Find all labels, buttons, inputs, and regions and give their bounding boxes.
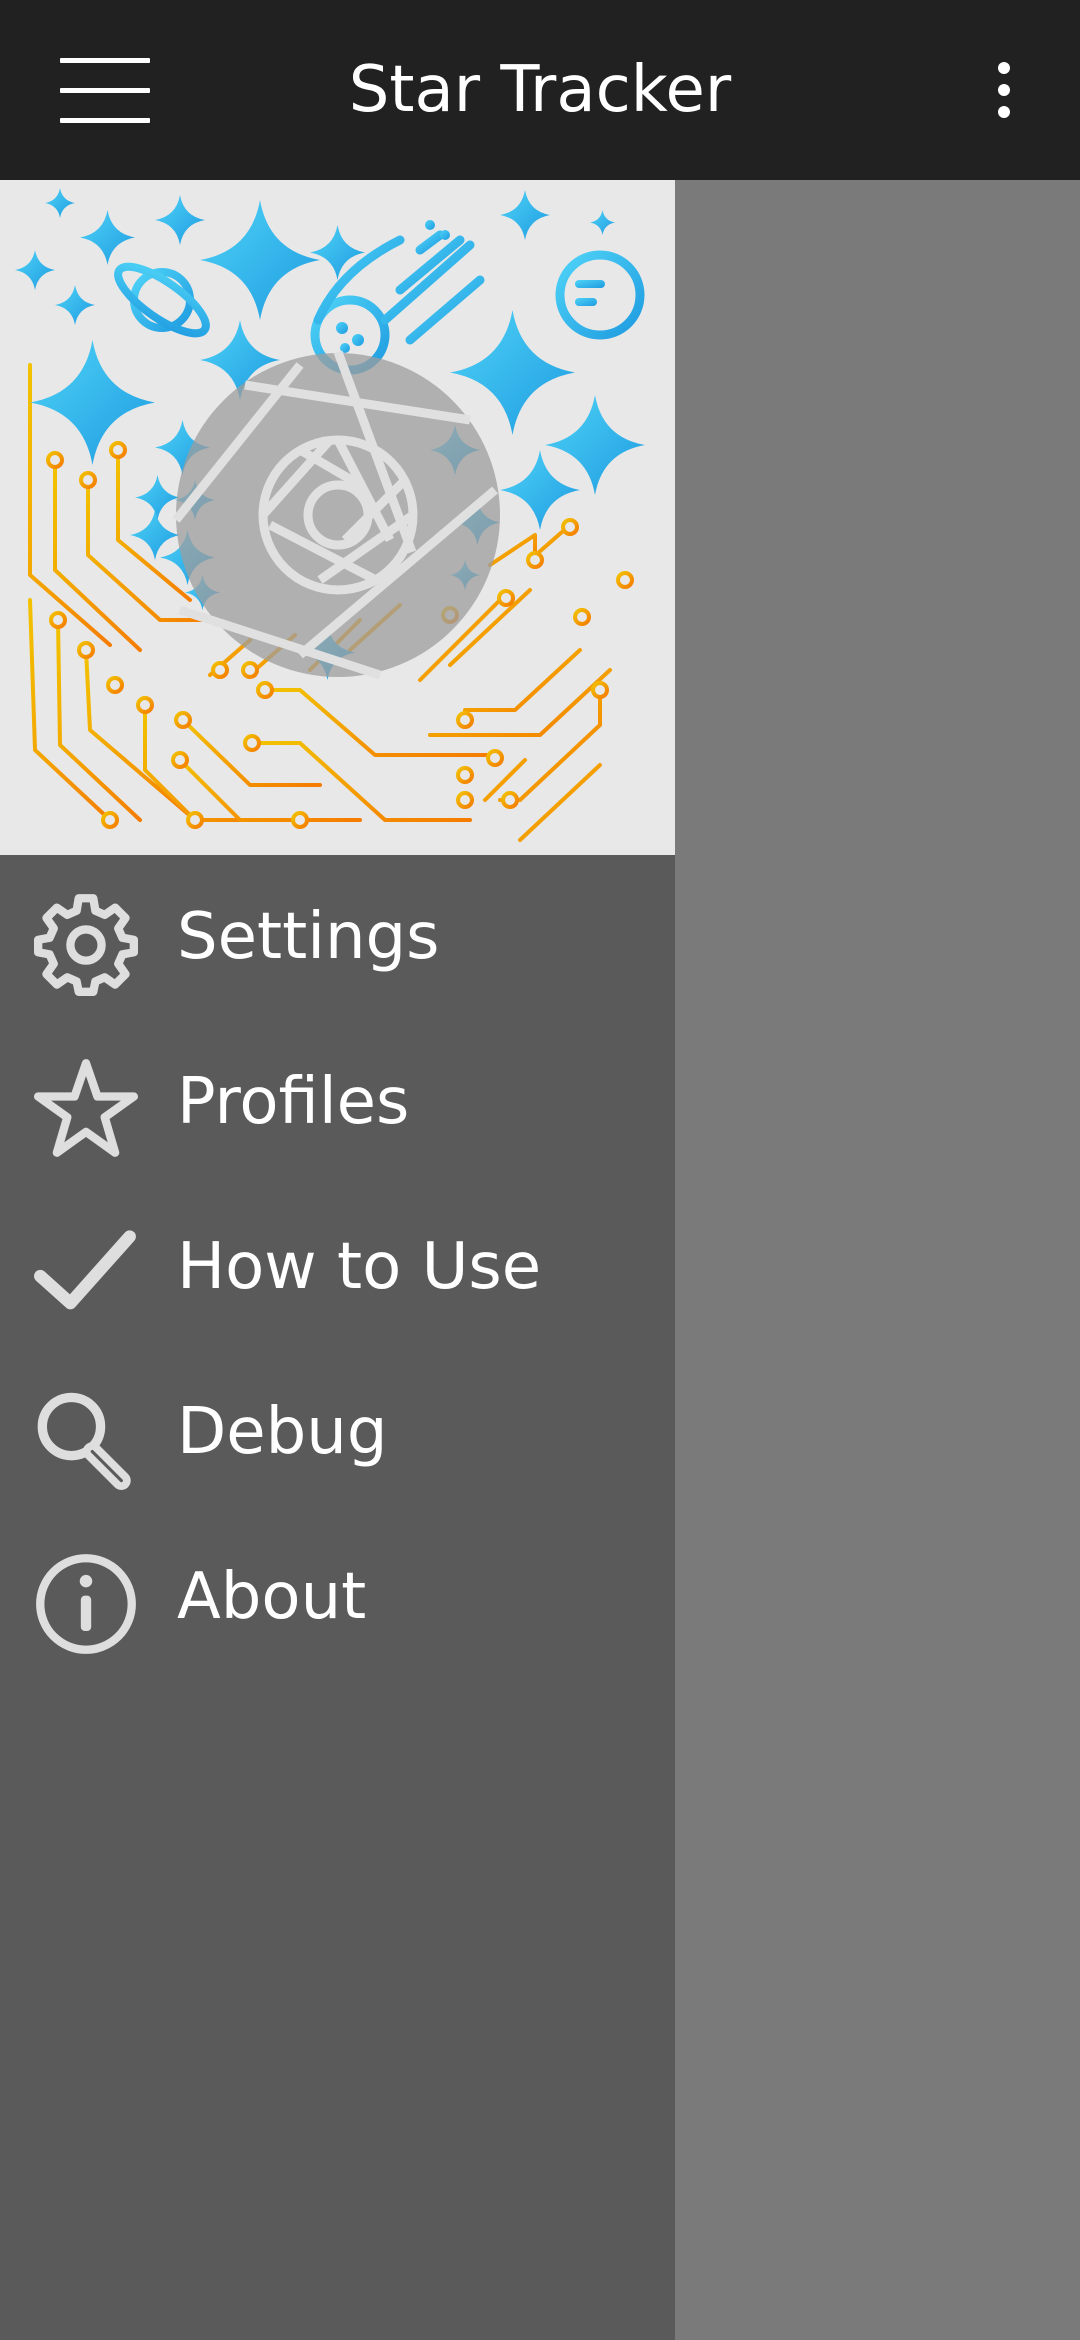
app-title: Star Tracker (348, 53, 732, 127)
app-bar: Star Tracker (0, 0, 1080, 180)
magnifier-icon (37, 1392, 131, 1490)
info-icon (36, 1554, 136, 1654)
space-circuit-illustration (15, 188, 647, 842)
menu-item-how-to-use[interactable]: How to Use (0, 1185, 675, 1350)
drawer-header-image (0, 180, 675, 855)
app-screen: Star Tracker Settings Profiles How to Us… (0, 0, 1080, 2340)
hamburger-menu-icon[interactable] (40, 40, 170, 140)
menu-item-label: Profiles (177, 1065, 410, 1139)
menu-item-label: About (177, 1560, 367, 1634)
more-vertical-icon[interactable] (970, 50, 1040, 130)
menu-item-settings[interactable]: Settings (0, 855, 675, 1020)
menu-item-debug[interactable]: Debug (0, 1350, 675, 1515)
menu-item-label: Settings (177, 900, 440, 974)
menu-item-profiles[interactable]: Profiles (0, 1020, 675, 1185)
menu-item-about[interactable]: About (0, 1515, 675, 1680)
drawer-menu: Settings Profiles How to Use Debug About (0, 855, 675, 1680)
menu-item-label: Debug (177, 1395, 388, 1469)
gear-icon (34, 894, 138, 996)
checkmark-icon (34, 1230, 136, 1310)
drawer-scrim[interactable] (675, 180, 1080, 2340)
menu-item-label: How to Use (177, 1230, 542, 1304)
navigation-drawer: Settings Profiles How to Use Debug About (0, 180, 675, 2340)
star-icon (34, 1059, 138, 1157)
